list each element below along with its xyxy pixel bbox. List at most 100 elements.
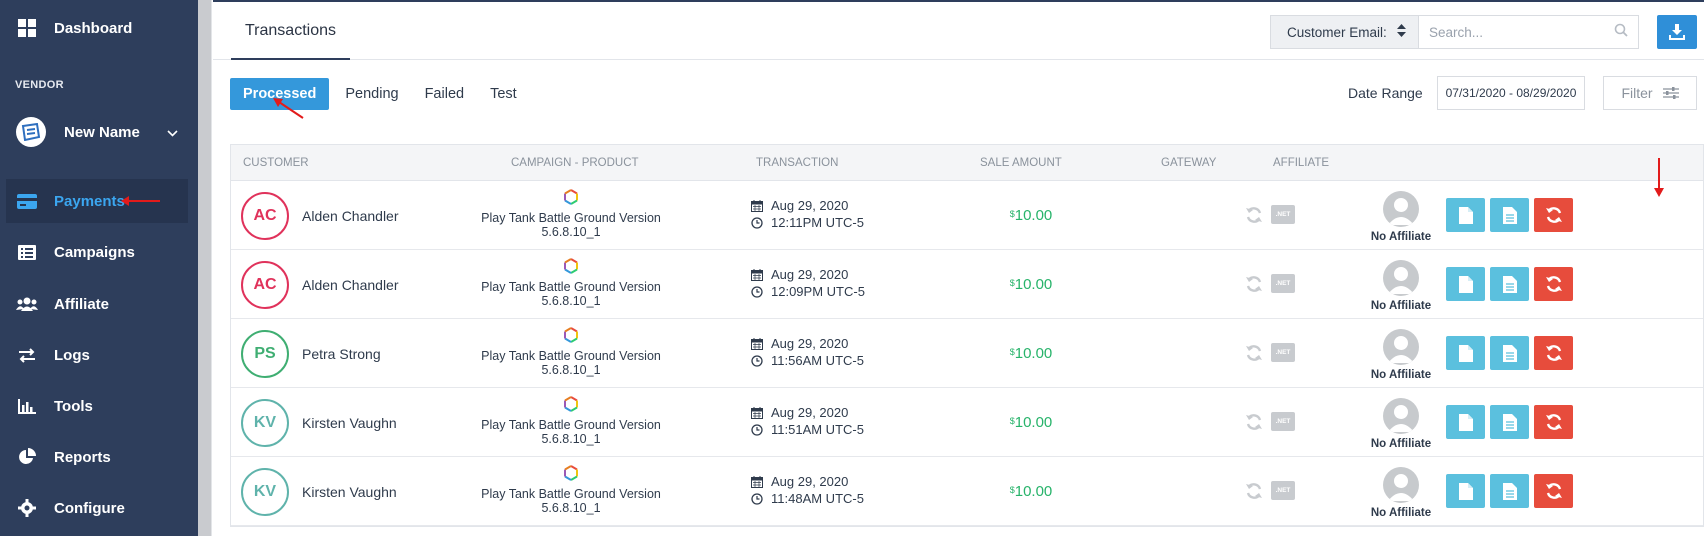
search-icon[interactable]	[1614, 23, 1628, 42]
column-header-transaction[interactable]: Transaction	[756, 157, 838, 169]
view-invoice-button[interactable]	[1490, 336, 1529, 370]
default-avatar-icon	[1383, 260, 1419, 296]
default-avatar-icon	[1383, 467, 1419, 503]
transaction-time: 12:09PM UTC-5	[771, 284, 865, 299]
refund-button[interactable]	[1534, 198, 1573, 232]
column-header-sale-amount[interactable]: Sale Amount	[980, 157, 1062, 169]
vendor-selector[interactable]: New Name	[6, 110, 188, 154]
row-actions	[1446, 405, 1573, 439]
product-hexagon-icon	[564, 327, 578, 343]
column-header-campaign-product[interactable]: Campaign - Product	[511, 157, 639, 169]
table-header: Customer Campaign - Product Transaction …	[231, 145, 1703, 181]
sidebar-item-reports[interactable]: Reports	[6, 435, 188, 479]
customer-avatar: PS	[241, 330, 289, 378]
search-input[interactable]	[1429, 24, 1614, 40]
customer-initials: PS	[254, 345, 276, 362]
table-row[interactable]: AC Alden Chandler Play Tank Battle Groun…	[231, 181, 1703, 250]
users-icon	[16, 293, 38, 315]
row-actions	[1446, 336, 1573, 370]
column-header-customer[interactable]: Customer	[243, 157, 309, 169]
file-icon	[1458, 482, 1473, 500]
refund-button[interactable]	[1534, 405, 1573, 439]
affiliate-info: No Affiliate	[1351, 467, 1451, 519]
customer-name[interactable]: Petra Strong	[302, 346, 381, 362]
customer-name[interactable]: Kirsten Vaughn	[302, 415, 397, 431]
campaign-product: Play Tank Battle Ground Version 5.6.8.10…	[471, 327, 671, 377]
search-field-select[interactable]: Customer Email:	[1270, 15, 1419, 49]
product-name: Play Tank Battle Ground Version 5.6.8.10…	[481, 418, 661, 446]
view-invoice-button[interactable]	[1490, 405, 1529, 439]
column-header-gateway[interactable]: Gateway	[1161, 157, 1216, 169]
affiliate-info: No Affiliate	[1351, 260, 1451, 312]
amount-value: 10.00	[1014, 483, 1053, 500]
view-invoice-button[interactable]	[1490, 198, 1529, 232]
customer-name[interactable]: Alden Chandler	[302, 208, 399, 224]
table-row[interactable]: KV Kirsten Vaughn Play Tank Battle Groun…	[231, 457, 1703, 526]
clock-icon	[751, 285, 763, 298]
customer-avatar: KV	[241, 468, 289, 516]
product-name: Play Tank Battle Ground Version 5.6.8.10…	[481, 487, 661, 515]
clock-icon	[751, 354, 763, 367]
refund-button[interactable]	[1534, 336, 1573, 370]
calendar-icon	[751, 475, 763, 488]
customer-name[interactable]: Kirsten Vaughn	[302, 484, 397, 500]
view-invoice-button[interactable]	[1490, 267, 1529, 301]
transaction-date: Aug 29, 2020	[771, 405, 849, 420]
sidebar-item-configure[interactable]: Configure	[6, 486, 188, 530]
view-receipt-button[interactable]	[1446, 267, 1485, 301]
sidebar-item-affiliate[interactable]: Affiliate	[6, 282, 188, 326]
view-receipt-button[interactable]	[1446, 405, 1485, 439]
transaction-date: Aug 29, 2020	[771, 474, 849, 489]
tab-pending[interactable]: Pending	[345, 86, 398, 102]
sidebar-item-tools[interactable]: Tools	[6, 384, 188, 428]
view-receipt-button[interactable]	[1446, 336, 1485, 370]
table-row[interactable]: PS Petra Strong Play Tank Battle Ground …	[231, 319, 1703, 388]
view-invoice-button[interactable]	[1490, 474, 1529, 508]
download-button[interactable]	[1657, 15, 1697, 49]
product-name: Play Tank Battle Ground Version 5.6.8.10…	[481, 349, 661, 377]
sort-icon	[1396, 24, 1406, 40]
top-bar: Transactions Customer Email:	[213, 0, 1704, 60]
default-avatar-icon	[1383, 191, 1419, 227]
customer-avatar: KV	[241, 399, 289, 447]
refund-button[interactable]	[1534, 474, 1573, 508]
affiliate-name: No Affiliate	[1370, 438, 1432, 450]
file-text-icon	[1502, 413, 1517, 431]
table-row[interactable]: AC Alden Chandler Play Tank Battle Groun…	[231, 250, 1703, 319]
gateway: .NET	[1245, 343, 1295, 362]
gear-icon	[16, 497, 38, 519]
product-name: Play Tank Battle Ground Version 5.6.8.10…	[481, 280, 661, 308]
tab-transactions[interactable]: Transactions	[231, 2, 350, 60]
annotation-arrow-icon	[273, 98, 304, 119]
tab-failed[interactable]: Failed	[425, 86, 465, 102]
view-receipt-button[interactable]	[1446, 198, 1485, 232]
amount-value: 10.00	[1014, 345, 1053, 362]
calendar-icon	[751, 268, 763, 281]
table-row[interactable]: KV Kirsten Vaughn Play Tank Battle Groun…	[231, 388, 1703, 457]
sidebar-item-logs[interactable]: Logs	[6, 333, 188, 377]
sidebar-item-campaigns[interactable]: Campaigns	[6, 230, 188, 274]
calendar-icon	[751, 406, 763, 419]
refund-button[interactable]	[1534, 267, 1573, 301]
sidebar-item-label: Dashboard	[54, 19, 133, 37]
gateway: .NET	[1245, 274, 1295, 293]
column-header-affiliate[interactable]: Affiliate	[1273, 157, 1329, 169]
sidebar-item-dashboard[interactable]: Dashboard	[6, 6, 188, 50]
customer-avatar: AC	[241, 192, 289, 240]
customer-name[interactable]: Alden Chandler	[302, 277, 399, 293]
sale-amount: $10.00	[971, 414, 1091, 431]
sidebar-scrollbar[interactable]	[198, 0, 212, 536]
view-receipt-button[interactable]	[1446, 474, 1485, 508]
refund-icon	[1545, 207, 1562, 223]
campaign-product: Play Tank Battle Ground Version 5.6.8.10…	[471, 465, 671, 515]
download-icon	[1669, 24, 1685, 40]
date-range-input[interactable]: 07/31/2020 - 08/29/2020	[1437, 76, 1585, 110]
refresh-icon	[1246, 413, 1262, 430]
transaction-datetime: Aug 29, 2020 11:51AM UTC-5	[751, 404, 891, 438]
file-text-icon	[1502, 206, 1517, 224]
dotnet-gateway-badge: .NET	[1271, 481, 1295, 500]
gateway: .NET	[1245, 481, 1295, 500]
tab-test[interactable]: Test	[490, 86, 517, 102]
dashboard-icon	[16, 17, 38, 39]
filter-button[interactable]: Filter	[1603, 76, 1697, 110]
